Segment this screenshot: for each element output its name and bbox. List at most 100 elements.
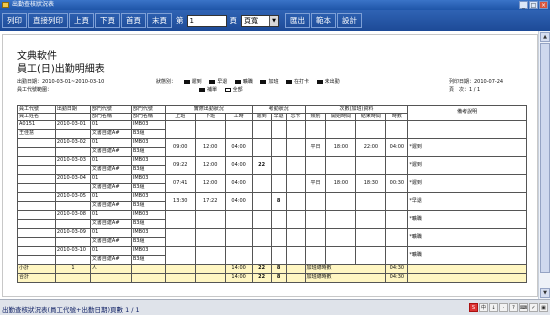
table-cell: 04:00 bbox=[385, 138, 409, 157]
view-mode-value: 頁寬 bbox=[244, 16, 258, 25]
table-cell bbox=[164, 246, 196, 265]
table-cell: 01 bbox=[89, 156, 132, 166]
group-header: 實際出勤狀況 bbox=[164, 105, 253, 114]
table-cell bbox=[385, 210, 409, 229]
sample-button[interactable]: 範本 bbox=[311, 13, 336, 28]
settings-icon[interactable]: ▣ bbox=[539, 303, 548, 312]
first-page-button[interactable]: 首頁 bbox=[121, 13, 146, 28]
table-row: 2010-03-09 01 IMB03 *曠職 bbox=[17, 228, 527, 247]
table-cell: 12:00 bbox=[194, 174, 226, 193]
language-icon[interactable]: 中 bbox=[479, 303, 488, 312]
scroll-thumb[interactable] bbox=[540, 43, 550, 273]
table-cell bbox=[270, 120, 287, 139]
column-header: 工時 bbox=[224, 112, 253, 121]
status-legend: 狀態別： 遲到 早退 曠職 加班 在打卡 未出勤 bbox=[156, 78, 340, 85]
table-cell: B3組 bbox=[130, 255, 166, 265]
check-icon[interactable]: ✓ bbox=[529, 303, 538, 312]
mode-icon[interactable]: ↓ bbox=[489, 303, 498, 312]
column-header: 遲到 bbox=[251, 112, 272, 121]
table-cell: B3組 bbox=[130, 165, 166, 175]
total-early: 8 bbox=[270, 273, 287, 283]
column-header: 早退 bbox=[270, 112, 287, 121]
export-button[interactable]: 匯出 bbox=[285, 13, 310, 28]
table-cell: 平日 bbox=[304, 174, 327, 193]
subtotal-ot-total: 04:30 bbox=[385, 264, 409, 274]
vertical-scrollbar[interactable]: ▲ ▼ bbox=[538, 31, 550, 299]
table-cell: 01 bbox=[89, 210, 132, 220]
total-label: 合計 bbox=[17, 273, 56, 283]
table-cell: *遲到 bbox=[407, 138, 527, 157]
table-cell: IMB03 bbox=[130, 246, 166, 256]
report-viewer: 文典軟件 員工(日)出勤明細表 出勤日期：2010-03-01~2010-03-… bbox=[0, 31, 550, 299]
table-cell bbox=[304, 192, 327, 211]
page-info: 頁 次：1 / 1 bbox=[449, 87, 481, 93]
table-cell: *早退 bbox=[407, 192, 527, 211]
page-number-input[interactable]: 1 bbox=[186, 14, 227, 27]
table-header-row: 員工代號 出勤日期 部門代號 部門代號 實際出勤狀況 考勤狀況 次數(加班)資料… bbox=[17, 105, 527, 121]
status-legend-row2: 補單 全部 bbox=[193, 86, 243, 93]
legend-swatch bbox=[260, 79, 267, 84]
help-icon[interactable]: ? bbox=[509, 303, 518, 312]
table-cell bbox=[325, 156, 357, 175]
table-cell: B3組 bbox=[130, 219, 166, 229]
table-cell bbox=[325, 246, 357, 265]
table-cell: 01 bbox=[89, 228, 132, 238]
table-cell: IMB03 bbox=[130, 210, 166, 220]
table-cell: IMB03 bbox=[130, 138, 166, 148]
legend-swatch bbox=[183, 79, 190, 84]
close-button[interactable]: × bbox=[539, 1, 548, 9]
table-row: A0151 2010-03-01 01 IMB03 bbox=[17, 120, 527, 139]
table-cell: 文書自建A# bbox=[89, 129, 132, 139]
table-cell: 18:00 bbox=[325, 138, 357, 157]
punctuation-icon[interactable]: · bbox=[499, 303, 508, 312]
table-cell: IMB03 bbox=[130, 192, 166, 202]
legend-item: 遲到 bbox=[191, 79, 202, 85]
table-cell bbox=[270, 228, 287, 247]
column-header: 出勤日期 bbox=[54, 105, 91, 114]
total-late: 22 bbox=[251, 273, 272, 283]
print-button[interactable]: 列印 bbox=[2, 13, 27, 28]
design-button[interactable]: 設計 bbox=[337, 13, 362, 28]
table-cell: 22 bbox=[251, 156, 272, 175]
table-body: A0151 2010-03-01 01 IMB03 王佳慧 文書自建A# B3組 2010-0… bbox=[17, 120, 527, 265]
table-cell bbox=[285, 120, 306, 139]
column-header: 上班 bbox=[164, 112, 196, 121]
next-page-button[interactable]: 下頁 bbox=[95, 13, 120, 28]
keyboard-icon[interactable]: ⌨ bbox=[519, 303, 528, 312]
last-page-button[interactable]: 末頁 bbox=[147, 13, 172, 28]
prev-page-button[interactable]: 上頁 bbox=[69, 13, 94, 28]
legend-item: 早退 bbox=[217, 79, 228, 85]
table-cell bbox=[164, 210, 196, 229]
maximize-button[interactable]: □ bbox=[529, 1, 538, 9]
column-header: 忘卡 bbox=[285, 112, 306, 121]
table-cell: 01 bbox=[89, 138, 132, 148]
window-controls: _ □ × bbox=[519, 1, 548, 9]
legend-swatch bbox=[234, 79, 241, 84]
status-bar: 出勤查核狀況表(員工代號+出勤日期)頁數 1 / 1 S 中 ↓ · ? ⌨ ✓… bbox=[0, 299, 550, 315]
table-cell bbox=[285, 138, 306, 157]
table-cell bbox=[224, 210, 253, 229]
minimize-button[interactable]: _ bbox=[519, 1, 528, 9]
table-cell bbox=[285, 192, 306, 211]
table-cell bbox=[355, 192, 387, 211]
ime-icon[interactable]: S bbox=[469, 303, 478, 312]
table-cell bbox=[224, 120, 253, 139]
attendance-table: 員工代號 出勤日期 部門代號 部門代號 實際出勤狀況 考勤狀況 次數(加班)資料… bbox=[17, 105, 527, 283]
table-cell bbox=[285, 210, 306, 229]
table-cell bbox=[194, 120, 226, 139]
group-header: 備考說明 bbox=[407, 105, 527, 121]
goto-prefix-label: 第 bbox=[176, 16, 184, 25]
scroll-down-icon[interactable]: ▼ bbox=[540, 288, 550, 298]
table-cell bbox=[270, 174, 287, 193]
group-header: 次數(加班)資料 bbox=[304, 105, 409, 114]
table-cell bbox=[224, 228, 253, 247]
table-cell: 2010-03-08 bbox=[54, 210, 91, 220]
column-header: 部門名稱 bbox=[130, 112, 166, 121]
direct-print-button[interactable]: 直接列印 bbox=[28, 13, 68, 28]
table-cell bbox=[251, 174, 272, 193]
table-cell: 18:30 bbox=[355, 174, 387, 193]
view-mode-select[interactable]: 頁寬 ▼ bbox=[241, 14, 279, 27]
employee-range: 員工代號範圍： bbox=[17, 87, 53, 93]
scroll-up-icon[interactable]: ▲ bbox=[540, 32, 550, 42]
table-cell bbox=[385, 120, 409, 139]
